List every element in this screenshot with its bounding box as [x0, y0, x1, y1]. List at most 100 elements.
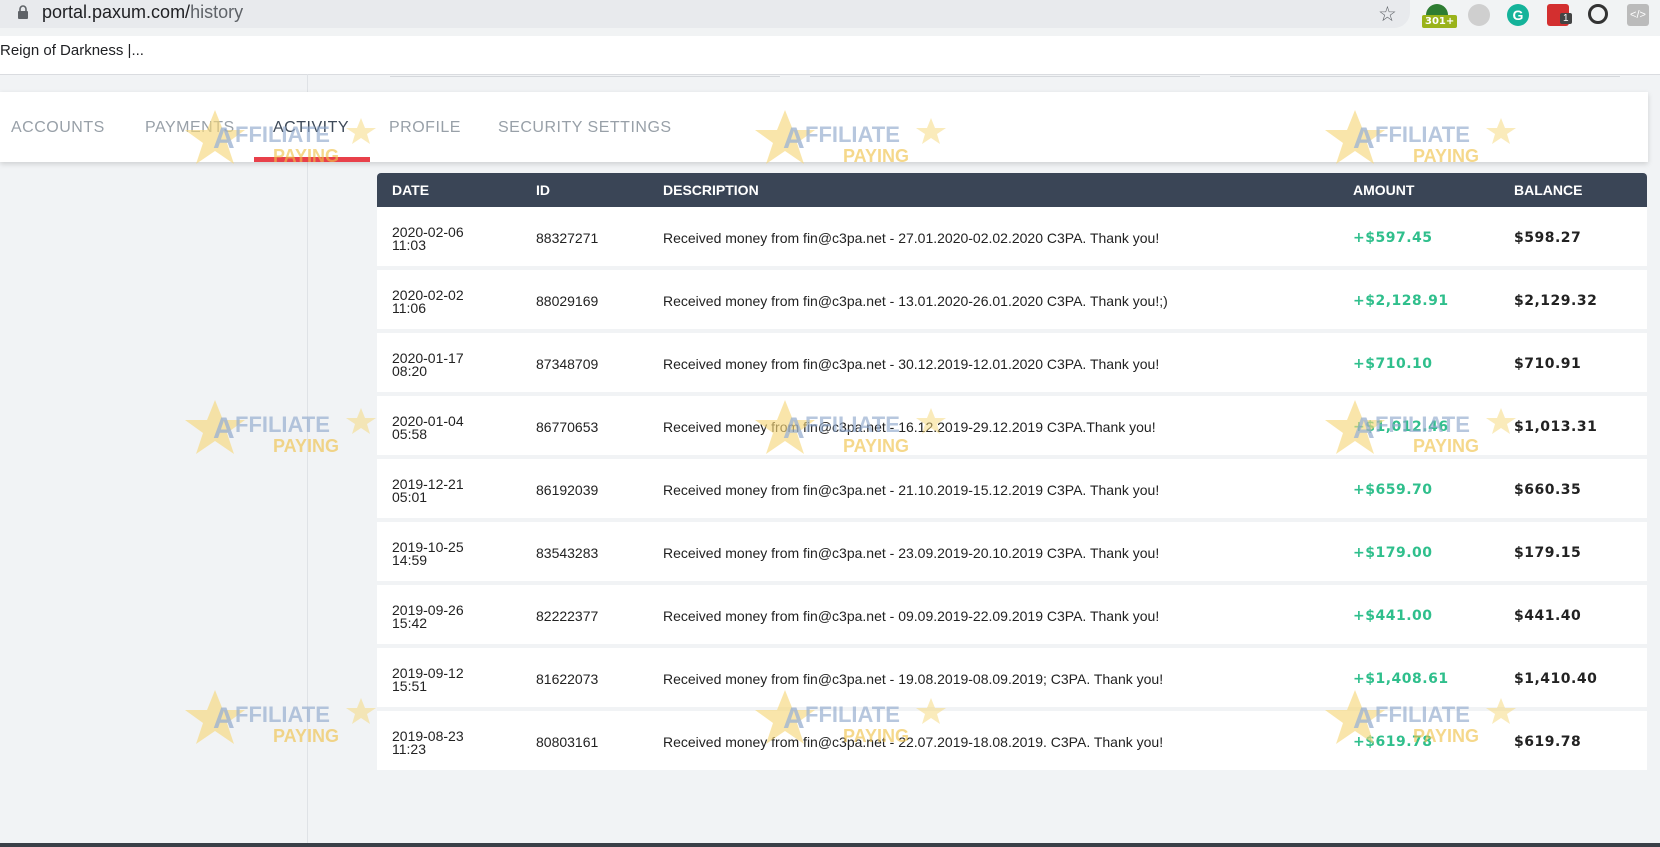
time-text: 14:59	[392, 552, 428, 568]
balance-cell: $598.27	[1514, 230, 1582, 246]
time-text: 11:23	[392, 741, 426, 757]
balance-cell: $441.40	[1514, 608, 1582, 624]
time-text: 05:01	[392, 489, 428, 505]
description-cell: Received money from fin@c3pa.net - 22.07…	[663, 734, 1164, 750]
taskbar-edge	[0, 843, 1660, 847]
filter-field[interactable]	[390, 74, 780, 77]
date-cell: 2020-01-04 05:58	[392, 414, 482, 442]
extension-icon[interactable]	[1468, 4, 1490, 26]
amount-cell: +$179.00	[1353, 545, 1433, 561]
table-row[interactable]: 2020-02-06 11:03 88327271 Received money…	[377, 207, 1647, 266]
column-header-description[interactable]: DESCRIPTION	[663, 182, 759, 198]
table-row[interactable]: 2019-10-25 14:59 83543283 Received money…	[377, 522, 1647, 581]
date-cell: 2020-02-06 11:03	[392, 225, 482, 253]
balance-cell: $1,410.40	[1514, 671, 1598, 687]
table-row[interactable]: 2019-09-26 15:42 82222377 Received money…	[377, 585, 1647, 644]
affiliate-paying-watermark: A FFILIATE PAYING	[185, 398, 385, 466]
affiliate-paying-watermark: A FFILIATE PAYING	[185, 688, 385, 756]
balance-cell: $710.91	[1514, 356, 1582, 372]
amount-cell: +$710.10	[1353, 356, 1433, 372]
id-cell: 88327271	[536, 230, 599, 246]
sidebar-divider	[307, 74, 308, 847]
lock-icon	[18, 5, 28, 19]
id-cell: 82222377	[536, 608, 599, 624]
amount-cell: +$441.00	[1353, 608, 1433, 624]
bookmark-star-icon[interactable]: ☆	[1378, 2, 1397, 27]
table-row[interactable]: 2020-02-02 11:06 88029169 Received money…	[377, 270, 1647, 329]
amount-cell: +$619.78	[1353, 734, 1433, 750]
description-cell: Received money from fin@c3pa.net - 23.09…	[663, 545, 1160, 561]
extension-badge: 1	[1560, 13, 1572, 24]
time-text: 11:03	[392, 237, 426, 253]
bookmarks-bar: Reign of Darkness |...	[0, 36, 1660, 75]
svg-text:FFILIATE: FFILIATE	[235, 412, 330, 437]
amount-cell: +$597.45	[1353, 230, 1433, 246]
bookmark-item[interactable]: Reign of Darkness |...	[0, 42, 144, 59]
watermark-logo-icon: A FFILIATE PAYING	[185, 690, 376, 746]
filter-field[interactable]	[810, 74, 1200, 77]
id-cell: 81622073	[536, 671, 599, 687]
address-bar[interactable]: portal.paxum.com/history	[0, 0, 1410, 28]
activity-table: DATE ID DESCRIPTION AMOUNT BALANCE 2020-…	[377, 173, 1647, 770]
extension-icon[interactable]	[1588, 4, 1608, 24]
description-cell: Received money from fin@c3pa.net - 16.12…	[663, 419, 1156, 435]
column-header-balance[interactable]: BALANCE	[1514, 182, 1582, 198]
url-text[interactable]: portal.paxum.com/history	[42, 2, 243, 23]
account-tabs: ACCOUNTS PAYMENTS ACTIVITY PROFILE SECUR…	[0, 92, 1648, 162]
tab-profile[interactable]: PROFILE	[389, 119, 461, 137]
balance-cell: $619.78	[1514, 734, 1582, 750]
id-cell: 86770653	[536, 419, 599, 435]
table-header: DATE ID DESCRIPTION AMOUNT BALANCE	[377, 173, 1647, 207]
id-cell: 87348709	[536, 356, 599, 372]
table-row[interactable]: 2019-08-23 11:23 80803161 Received money…	[377, 711, 1647, 770]
time-text: 11:06	[392, 300, 426, 316]
amount-cell: +$1,012.46	[1353, 419, 1449, 435]
date-cell: 2019-12-21 05:01	[392, 477, 482, 505]
svg-text:FFILIATE: FFILIATE	[235, 702, 330, 727]
amount-cell: +$2,128.91	[1353, 293, 1449, 309]
date-cell: 2019-08-23 11:23	[392, 729, 482, 757]
balance-cell: $660.35	[1514, 482, 1582, 498]
date-cell: 2020-01-17 08:20	[392, 351, 482, 379]
tab-activity[interactable]: ACTIVITY	[273, 119, 349, 137]
date-cell: 2019-09-26 15:42	[392, 603, 482, 631]
amount-cell: +$659.70	[1353, 482, 1433, 498]
tab-accounts[interactable]: ACCOUNTS	[11, 119, 105, 137]
watermark-logo-icon: A FFILIATE PAYING	[185, 400, 376, 456]
date-cell: 2020-02-02 11:06	[392, 288, 482, 316]
id-cell: 88029169	[536, 293, 599, 309]
svg-text:A: A	[213, 412, 235, 445]
column-header-id[interactable]: ID	[536, 182, 550, 198]
time-text: 05:58	[392, 426, 428, 442]
date-cell: 2019-10-25 14:59	[392, 540, 482, 568]
id-cell: 80803161	[536, 734, 599, 750]
tab-security-settings[interactable]: SECURITY SETTINGS	[498, 119, 672, 137]
filter-field[interactable]	[1230, 74, 1620, 77]
date-cell: 2019-09-12 15:51	[392, 666, 482, 693]
description-cell: Received money from fin@c3pa.net - 21.10…	[663, 482, 1160, 498]
description-cell: Received money from fin@c3pa.net - 27.01…	[663, 230, 1160, 246]
column-header-date[interactable]: DATE	[392, 182, 429, 198]
table-row[interactable]: 2019-12-21 05:01 86192039 Received money…	[377, 459, 1647, 518]
id-cell: 86192039	[536, 482, 599, 498]
table-row[interactable]: 2019-09-12 15:51 81622073 Received money…	[377, 648, 1647, 707]
table-body: 2020-02-06 11:03 88327271 Received money…	[377, 207, 1647, 770]
active-tab-indicator	[254, 157, 370, 162]
time-text: 08:20	[392, 363, 428, 379]
amount-cell: +$1,408.61	[1353, 671, 1449, 687]
id-cell: 83543283	[536, 545, 599, 561]
column-header-amount[interactable]: AMOUNT	[1353, 182, 1414, 198]
balance-cell: $1,013.31	[1514, 419, 1598, 435]
code-extension-icon[interactable]: </>	[1627, 4, 1649, 26]
balance-cell: $179.15	[1514, 545, 1582, 561]
table-row[interactable]: 2020-01-17 08:20 87348709 Received money…	[377, 333, 1647, 392]
url-host: portal.paxum.com/	[42, 2, 191, 22]
balance-cell: $2,129.32	[1514, 293, 1598, 309]
description-cell: Received money from fin@c3pa.net - 30.12…	[663, 356, 1160, 372]
tab-payments[interactable]: PAYMENTS	[145, 119, 235, 137]
grammarly-icon[interactable]: G	[1507, 4, 1529, 26]
description-cell: Received money from fin@c3pa.net - 13.01…	[663, 293, 1168, 309]
table-row[interactable]: 2020-01-04 05:58 86770653 Received money…	[377, 396, 1647, 455]
extension-badge: 301+	[1422, 15, 1458, 28]
time-text: 15:42	[392, 615, 428, 631]
